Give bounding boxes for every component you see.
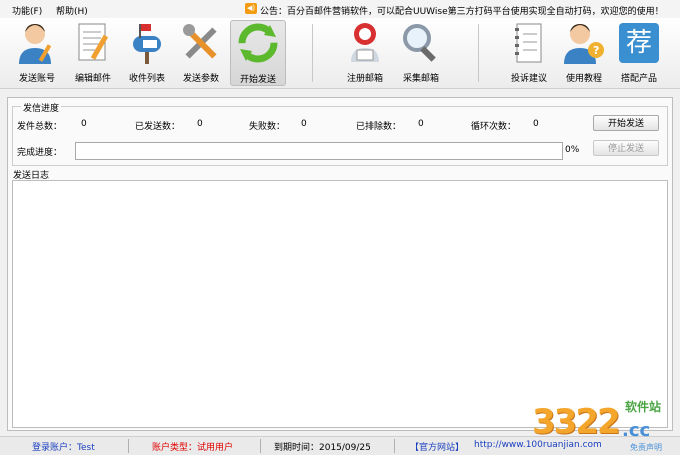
svg-text:?: ?	[593, 44, 599, 57]
user-account-icon	[19, 24, 52, 64]
toolbar-recipient-list[interactable]: 收件列表	[120, 20, 174, 84]
stat-total-value: 0	[81, 119, 87, 129]
toolbar-label: 注册邮箱	[346, 74, 383, 84]
official-site-link[interactable]: 【官方网站】	[410, 440, 464, 453]
magnifier-icon	[403, 24, 436, 62]
stat-excluded-value: 0	[418, 119, 424, 129]
status-separator	[260, 439, 261, 453]
notebook-icon	[515, 23, 542, 63]
toolbar-label: 编辑邮件	[74, 74, 111, 84]
toolbar-complaint[interactable]: 投诉建议	[502, 20, 556, 84]
toolbar-edit-mail[interactable]: 编辑邮件	[66, 20, 120, 84]
stat-sent-value: 0	[197, 119, 203, 129]
status-expiry: 到期时间：2015/09/25	[274, 443, 371, 453]
send-log-area[interactable]	[12, 180, 668, 428]
stat-total-label: 发件总数：	[17, 122, 63, 132]
watermark-domain: .cc	[622, 420, 651, 441]
toolbar-separator	[478, 24, 479, 82]
status-separator	[394, 439, 395, 453]
stat-failed-label: 失败数：	[249, 122, 286, 132]
edit-document-icon	[78, 23, 109, 61]
completion-label: 完成进度：	[17, 148, 63, 158]
site-watermark: 软件站 3322 .cc 免责声明	[530, 392, 680, 454]
status-login: 登录账户：Test	[32, 443, 95, 453]
toolbar-start-send[interactable]: 开始发送	[230, 20, 286, 86]
tools-icon	[183, 24, 217, 59]
completion-percent: 0%	[565, 145, 580, 155]
watermark-number: 3322	[532, 402, 621, 442]
watermark-free: 免责声明	[630, 443, 662, 452]
menu-function[interactable]: 功能(F)	[12, 4, 42, 17]
help-user-icon: ?	[564, 24, 604, 64]
toolbar-label: 采集邮箱	[402, 74, 439, 84]
toolbar-products[interactable]: 荐 搭配产品	[612, 20, 666, 84]
progress-group: 发信进度 发件总数： 0 已发送数： 0 失败数： 0 已排除数： 0 循环次数…	[12, 101, 668, 166]
toolbar-separator	[312, 24, 313, 82]
status-account-type: 账户类型：试用用户	[152, 443, 234, 453]
toolbar-label: 发送参数	[182, 74, 219, 84]
notice-text: 公告：百分百邮件营销软件，可以配合UUWise第三方打码平台使用实现全自动打码，…	[260, 7, 664, 17]
toolbar-label: 搭配产品	[620, 74, 657, 84]
toolbar-collect-mail[interactable]: 采集邮箱	[394, 20, 448, 84]
completion-progress-bar	[75, 142, 563, 160]
toolbar-send-account[interactable]: 发送账号	[10, 20, 64, 84]
mailbox-icon	[133, 24, 161, 64]
stat-loops-label: 循环次数：	[471, 122, 517, 132]
main-panel: 发信进度 发件总数： 0 已发送数： 0 失败数： 0 已排除数： 0 循环次数…	[7, 97, 673, 431]
menu-help[interactable]: 帮助(H)	[56, 4, 88, 17]
toolbar-label: 使用教程	[565, 74, 602, 84]
stat-failed-value: 0	[301, 119, 307, 129]
stat-loops-value: 0	[533, 119, 539, 129]
toolbar-label: 发送账号	[18, 74, 55, 84]
progress-group-title: 发信进度	[21, 101, 62, 114]
toolbar-label: 收件列表	[128, 74, 165, 84]
toolbar-tutorial[interactable]: ? 使用教程	[557, 20, 611, 84]
toolbar-label: 投诉建议	[510, 74, 547, 84]
toolbar-register-mail[interactable]: 注册邮箱	[338, 20, 392, 84]
status-separator	[128, 439, 129, 453]
stop-send-button[interactable]: 停止发送	[593, 140, 659, 156]
watermark-site: 软件站	[625, 400, 662, 414]
refresh-icon	[238, 23, 278, 63]
speaker-icon: ◀)	[245, 3, 257, 14]
register-mail-icon	[351, 23, 379, 62]
toolbar: 发送账号 编辑邮件 收件列表 发送参数 开始发送 注册邮箱 采集邮箱 投诉建议 …	[0, 18, 680, 89]
product-icon: 荐	[619, 23, 659, 63]
menu-bar: 功能(F) 帮助(H) ◀) 公告：百分百邮件营销软件，可以配合UUWise第三…	[0, 0, 680, 19]
stat-excluded-label: 已排除数：	[356, 122, 402, 132]
toolbar-label: 开始发送	[239, 75, 276, 85]
stat-sent-label: 已发送数：	[135, 122, 181, 132]
start-send-button[interactable]: 开始发送	[593, 115, 659, 131]
toolbar-send-params[interactable]: 发送参数	[174, 20, 228, 84]
